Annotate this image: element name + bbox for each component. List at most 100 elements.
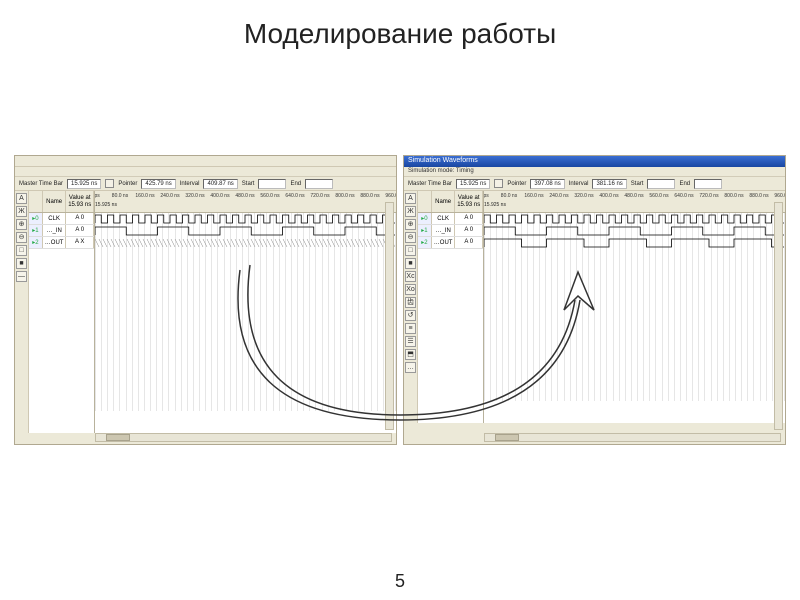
start-label: Start xyxy=(631,181,644,187)
tool-button[interactable]: ■ xyxy=(16,258,27,269)
signal-row[interactable]: ▸2…OUTA 0 xyxy=(418,237,483,249)
signal-value: A 0 xyxy=(455,213,483,224)
pointer-icon[interactable] xyxy=(494,179,503,188)
slide-title: Моделирование работы xyxy=(0,0,800,60)
signal-value: A 0 xyxy=(66,225,94,236)
interval-value: 409.87 ns xyxy=(203,179,237,189)
end-label: End xyxy=(290,181,301,187)
vertical-scrollbar[interactable] xyxy=(385,202,394,430)
tool-button[interactable]: ↺ xyxy=(405,310,416,321)
time-ruler: 0 ps80.0 ns160.0 ns240.0 ns320.0 ns400.0… xyxy=(95,191,396,213)
time-marker: 15.925 ns xyxy=(95,202,117,208)
start-value[interactable] xyxy=(647,179,675,189)
mode-bar: Simulation mode: Timing xyxy=(404,167,785,177)
title-bar-right: Simulation Waveforms xyxy=(404,156,785,167)
tool-button[interactable]: ⬒ xyxy=(405,349,416,360)
simulation-result-panel: Simulation Waveforms Simulation mode: Ti… xyxy=(403,155,786,445)
end-label: End xyxy=(679,181,690,187)
end-value[interactable] xyxy=(694,179,722,189)
time-tick-label: 720.0 ns xyxy=(310,193,329,199)
tool-button[interactable]: ☰ xyxy=(405,336,416,347)
signal-row[interactable]: ▸2…OUTA X xyxy=(29,237,94,249)
time-bar-label: Master Time Bar xyxy=(408,181,452,187)
time-tick-label: 320.0 ns xyxy=(185,193,204,199)
scroll-thumb[interactable] xyxy=(495,434,519,441)
tool-button[interactable]: ⊖ xyxy=(405,232,416,243)
time-info-row-right: Master Time Bar 15.925 ns Pointer 397.08… xyxy=(404,177,785,191)
signal-row[interactable]: ▸0CLKA 0 xyxy=(418,213,483,225)
time-tick-label: 640.0 ns xyxy=(674,193,693,199)
interval-label: Interval xyxy=(569,181,589,187)
pin-icon: ▸1 xyxy=(29,225,43,236)
signal-name: CLK xyxy=(432,213,456,224)
time-tick-label: 320.0 ns xyxy=(574,193,593,199)
time-tick-label: 560.0 ns xyxy=(649,193,668,199)
wave-area-left[interactable]: 0 ps80.0 ns160.0 ns240.0 ns320.0 ns400.0… xyxy=(95,191,396,433)
signal-blank xyxy=(29,249,94,433)
time-bar-value[interactable]: 15.925 ns xyxy=(67,179,101,189)
pin-icon: ▸2 xyxy=(29,237,43,248)
signal-table-left: Name Value at15.93 ns ▸0CLKA 0▸1…_INA 0▸… xyxy=(29,191,95,433)
time-bar-value[interactable]: 15.925 ns xyxy=(456,179,490,189)
signal-value: A X xyxy=(66,237,94,248)
time-tick-label: 480.0 ns xyxy=(235,193,254,199)
time-tick-label: 880.0 ns xyxy=(360,193,379,199)
tool-button[interactable]: ⊖ xyxy=(16,232,27,243)
end-value[interactable] xyxy=(305,179,333,189)
tool-button[interactable]: — xyxy=(16,271,27,282)
tool-button[interactable]: □ xyxy=(405,245,416,256)
col-pin-icon xyxy=(29,191,43,212)
pointer-icon[interactable] xyxy=(105,179,114,188)
signal-row[interactable]: ▸0CLKA 0 xyxy=(29,213,94,225)
tool-button[interactable]: Xc xyxy=(405,271,416,282)
waveforms-right xyxy=(484,213,784,249)
pointer-label: Pointer xyxy=(118,181,137,187)
interval-label: Interval xyxy=(180,181,200,187)
horizontal-scrollbar[interactable] xyxy=(484,433,781,442)
signal-name: …_IN xyxy=(432,225,456,236)
time-tick-label: 480.0 ns xyxy=(624,193,643,199)
time-tick-label: 0 ps xyxy=(484,193,489,199)
time-tick-label: 960.0 ns xyxy=(385,193,396,199)
start-label: Start xyxy=(242,181,255,187)
time-tick-label: 400.0 ns xyxy=(599,193,618,199)
tool-button[interactable]: ≡ xyxy=(405,323,416,334)
time-tick-label: 880.0 ns xyxy=(749,193,768,199)
tool-button[interactable]: ⊕ xyxy=(16,219,27,230)
tool-button[interactable]: Xo xyxy=(405,284,416,295)
time-tick-label: 400.0 ns xyxy=(210,193,229,199)
tool-button[interactable]: 齿 xyxy=(405,297,416,308)
signal-name: …OUT xyxy=(432,237,456,248)
signal-row[interactable]: ▸1…_INA 0 xyxy=(418,225,483,237)
interval-value: 381.16 ns xyxy=(592,179,626,189)
col-pin-icon xyxy=(418,191,432,212)
time-ruler: 0 ps80.0 ns160.0 ns240.0 ns320.0 ns400.0… xyxy=(484,191,785,213)
tool-button[interactable]: Ж xyxy=(16,206,27,217)
pointer-value: 397.08 ns xyxy=(530,179,564,189)
scroll-thumb[interactable] xyxy=(106,434,130,441)
waveforms-left xyxy=(95,213,395,249)
signal-name: …OUT xyxy=(43,237,67,248)
tool-button[interactable]: A xyxy=(16,193,27,204)
pointer-label: Pointer xyxy=(507,181,526,187)
tool-button[interactable]: □ xyxy=(16,245,27,256)
start-value[interactable] xyxy=(258,179,286,189)
signal-table-right: Name Value at15.93 ns ▸0CLKA 0▸1…_INA 0▸… xyxy=(418,191,484,423)
tool-button[interactable]: A xyxy=(405,193,416,204)
col-value: Value at15.93 ns xyxy=(455,191,483,212)
time-tick-label: 240.0 ns xyxy=(549,193,568,199)
time-tick-label: 160.0 ns xyxy=(524,193,543,199)
waveform-editor-panel: Master Time Bar 15.925 ns Pointer 425.79… xyxy=(14,155,397,445)
tool-button[interactable]: Ж xyxy=(405,206,416,217)
tool-button[interactable]: ⊕ xyxy=(405,219,416,230)
wave-area-right[interactable]: 0 ps80.0 ns160.0 ns240.0 ns320.0 ns400.0… xyxy=(484,191,785,423)
signal-value: A 0 xyxy=(455,225,483,236)
tab-bar-left xyxy=(15,167,396,177)
tool-button[interactable]: ■ xyxy=(405,258,416,269)
horizontal-scrollbar[interactable] xyxy=(95,433,392,442)
time-tick-label: 800.0 ns xyxy=(335,193,354,199)
tool-button[interactable]: … xyxy=(405,362,416,373)
col-name: Name xyxy=(432,191,456,212)
signal-row[interactable]: ▸1…_INA 0 xyxy=(29,225,94,237)
vertical-scrollbar[interactable] xyxy=(774,202,783,430)
